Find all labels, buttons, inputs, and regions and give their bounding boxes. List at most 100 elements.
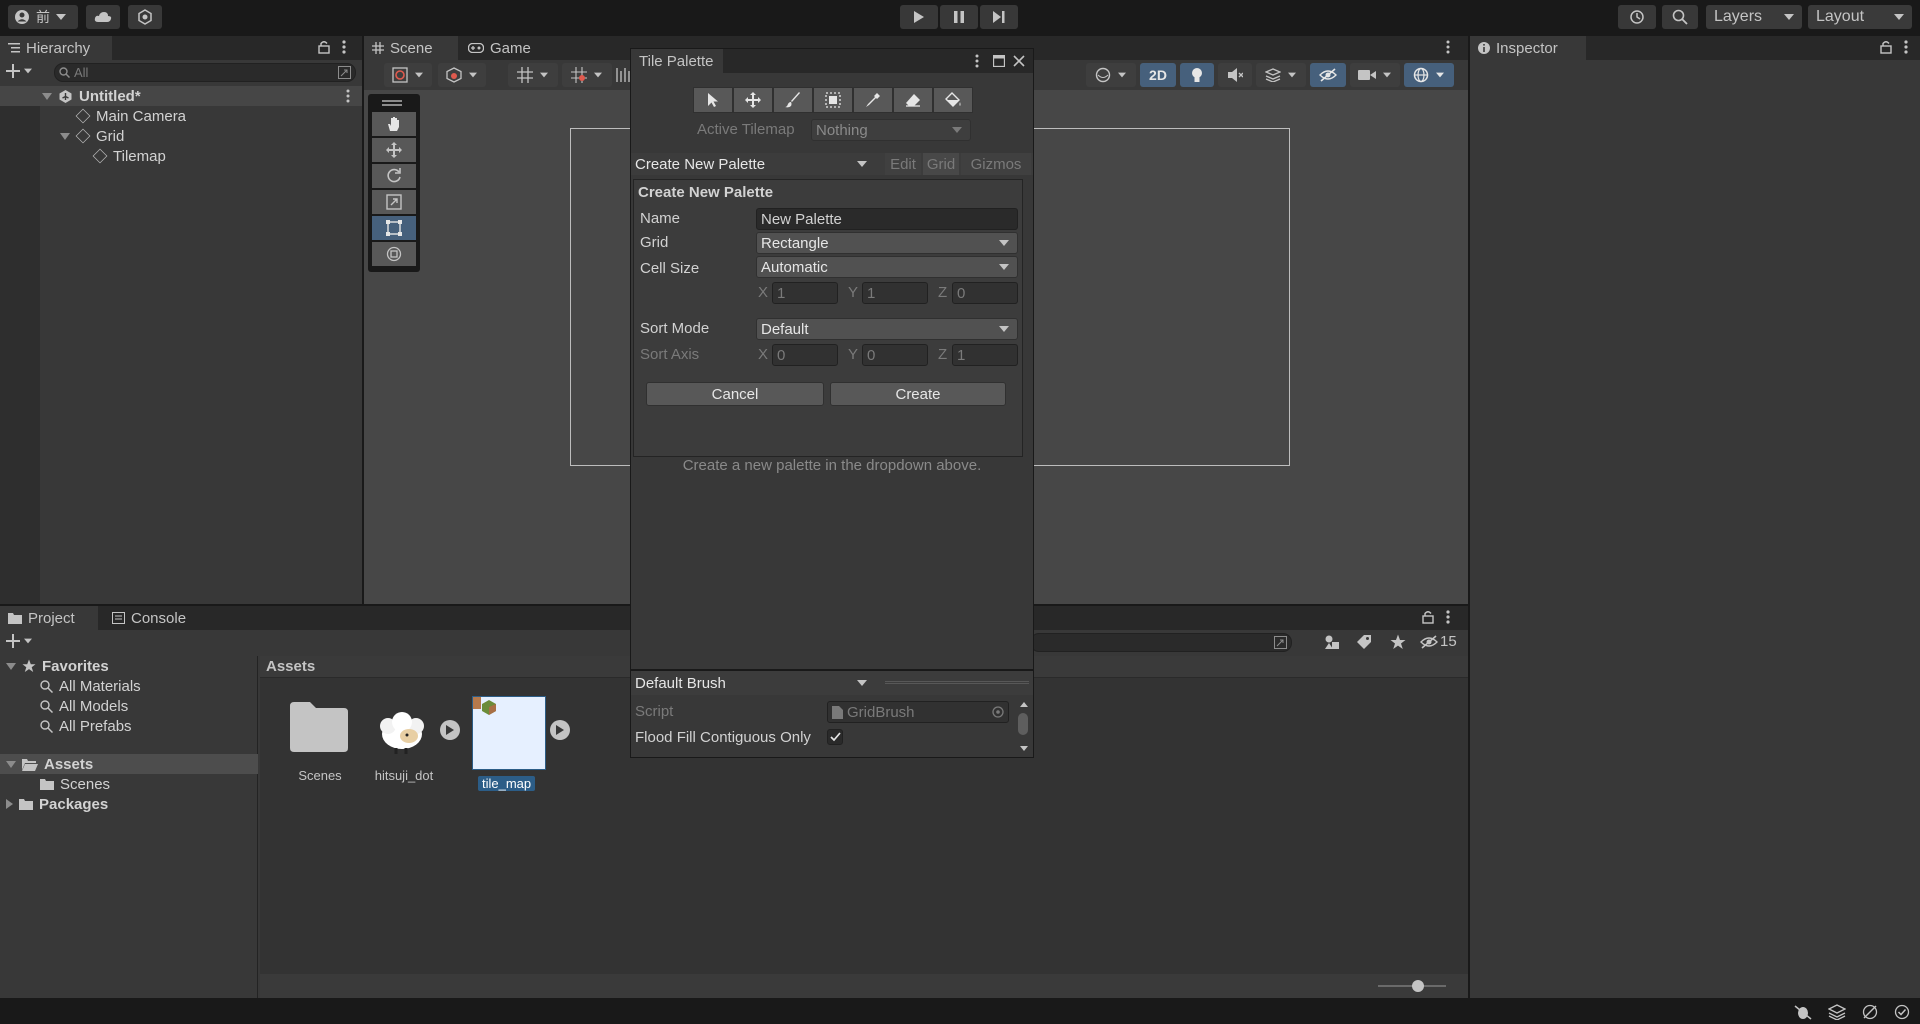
- collab-button[interactable]: [128, 5, 162, 29]
- audio-toggle[interactable]: [1218, 63, 1252, 87]
- check-circle-icon[interactable]: [1894, 1004, 1910, 1020]
- favorite-item[interactable]: All Prefabs: [40, 716, 132, 736]
- grid-snapping-dropdown[interactable]: [508, 63, 558, 87]
- kebab-menu-icon[interactable]: [1446, 40, 1450, 54]
- rect-tool-button[interactable]: [372, 216, 416, 240]
- packages-folder-row[interactable]: Packages: [6, 794, 108, 814]
- auto-generate-lighting-icon[interactable]: [1862, 1004, 1878, 1020]
- lighting-toggle[interactable]: [1180, 63, 1214, 87]
- favorite-item[interactable]: All Models: [40, 696, 128, 716]
- kebab-menu-icon[interactable]: [975, 54, 979, 68]
- flood-fill-tool-button[interactable]: [933, 87, 973, 113]
- gizmos-toggle[interactable]: Gizmos: [961, 153, 1031, 175]
- star-icon[interactable]: [1390, 634, 1406, 650]
- asset-item[interactable]: hitsuji_dot: [372, 696, 468, 796]
- draw-mode-dropdown[interactable]: [384, 63, 432, 87]
- palette-dropdown[interactable]: Create New Palette: [635, 153, 875, 175]
- brush-dropdown[interactable]: Default Brush: [635, 671, 875, 695]
- debug-icon[interactable]: [1794, 1004, 1812, 1020]
- search-scope-icon[interactable]: [1274, 636, 1287, 649]
- search-button[interactable]: [1662, 5, 1698, 29]
- brush-scrollbar[interactable]: [1017, 701, 1031, 753]
- tab-scene[interactable]: Scene: [364, 36, 458, 60]
- hierarchy-item-main-camera[interactable]: Main Camera: [75, 106, 186, 126]
- undo-history-button[interactable]: [1618, 5, 1656, 29]
- pause-button[interactable]: [940, 5, 978, 29]
- create-button[interactable]: Create: [830, 382, 1006, 406]
- create-dropdown[interactable]: [6, 64, 33, 78]
- search-scope-icon[interactable]: [338, 66, 351, 79]
- project-search-input[interactable]: [1030, 633, 1292, 652]
- breadcrumb-item[interactable]: Assets: [266, 658, 315, 675]
- lock-icon[interactable]: [318, 40, 330, 54]
- render-mode-dropdown[interactable]: [438, 63, 486, 87]
- expand-sprite-button[interactable]: [550, 720, 570, 740]
- sort-mode-dropdown[interactable]: Default: [756, 318, 1018, 340]
- transform-tool-button[interactable]: [372, 242, 416, 266]
- project-create-dropdown[interactable]: [6, 634, 33, 648]
- scroll-down-icon[interactable]: [1019, 745, 1029, 752]
- active-tilemap-dropdown[interactable]: Nothing: [811, 119, 971, 141]
- tab-console[interactable]: Console: [104, 606, 204, 630]
- tile-palette-titlebar[interactable]: Tile Palette: [631, 49, 1033, 73]
- maximize-icon[interactable]: [993, 55, 1005, 67]
- hierarchy-scene-row[interactable]: Untitled*: [0, 86, 362, 106]
- favorites-row[interactable]: Favorites: [6, 656, 109, 676]
- favorite-item[interactable]: All Materials: [40, 676, 141, 696]
- gizmos-dropdown[interactable]: [1404, 63, 1454, 87]
- lock-icon[interactable]: [1880, 40, 1892, 54]
- flood-fill-checkbox[interactable]: [827, 729, 843, 745]
- scroll-up-icon[interactable]: [1019, 701, 1029, 708]
- hierarchy-item-tilemap[interactable]: Tilemap: [92, 146, 166, 166]
- assets-folder-row[interactable]: Assets: [0, 754, 258, 774]
- picker-tool-button[interactable]: [853, 87, 893, 113]
- scene-visibility-toggle[interactable]: [1310, 63, 1346, 87]
- drag-handle[interactable]: [382, 100, 402, 102]
- hierarchy-item-grid[interactable]: Grid: [60, 126, 124, 146]
- step-button[interactable]: [980, 5, 1018, 29]
- grid-type-dropdown[interactable]: Rectangle: [756, 232, 1018, 254]
- filter-by-label-icon[interactable]: [1356, 634, 1372, 650]
- eraser-tool-button[interactable]: [893, 87, 933, 113]
- close-icon[interactable]: [1013, 55, 1025, 67]
- grid-toggle[interactable]: Grid: [923, 153, 959, 175]
- play-button[interactable]: [900, 5, 938, 29]
- filter-by-type-icon[interactable]: [1324, 634, 1340, 650]
- asset-item[interactable]: Scenes: [284, 696, 356, 796]
- scroll-thumb[interactable]: [1018, 713, 1028, 735]
- kebab-menu-icon[interactable]: [1446, 610, 1450, 624]
- hierarchy-search-input[interactable]: All: [54, 63, 356, 82]
- move-tool-button[interactable]: [372, 138, 416, 162]
- snap-increment-dropdown[interactable]: [562, 63, 612, 87]
- kebab-menu-icon[interactable]: [1904, 40, 1908, 54]
- select-tool-button[interactable]: [693, 87, 733, 113]
- paint-tool-button[interactable]: [773, 87, 813, 113]
- tab-project[interactable]: Project: [0, 606, 98, 630]
- asset-item-selected[interactable]: tile_map: [470, 696, 570, 800]
- expand-sprite-button[interactable]: [440, 720, 460, 740]
- tab-tile-palette[interactable]: Tile Palette: [631, 49, 723, 73]
- box-fill-tool-button[interactable]: [813, 87, 853, 113]
- kebab-menu-icon[interactable]: [346, 89, 350, 103]
- zoom-slider-thumb[interactable]: [1412, 980, 1424, 992]
- effects-dropdown[interactable]: [1256, 63, 1306, 87]
- hidden-packages-toggle[interactable]: 15: [1420, 633, 1457, 650]
- tab-hierarchy[interactable]: Hierarchy: [0, 36, 112, 60]
- layers-dropdown[interactable]: Layers: [1706, 5, 1802, 29]
- cloud-button[interactable]: [86, 5, 120, 29]
- scene-camera-dropdown[interactable]: [1350, 63, 1400, 87]
- scenes-folder-row[interactable]: Scenes: [40, 774, 110, 794]
- brush-resize-handle[interactable]: [885, 681, 1029, 684]
- layout-dropdown[interactable]: Layout: [1808, 5, 1912, 29]
- lock-icon[interactable]: [1422, 610, 1434, 624]
- edit-toggle[interactable]: Edit: [885, 153, 921, 175]
- tab-game[interactable]: Game: [460, 36, 546, 60]
- cell-size-dropdown[interactable]: Automatic: [756, 256, 1018, 278]
- rotate-tool-button[interactable]: [372, 164, 416, 188]
- kebab-menu-icon[interactable]: [342, 40, 346, 54]
- scale-tool-button[interactable]: [372, 190, 416, 214]
- mode-2d-toggle[interactable]: 2D: [1140, 63, 1176, 87]
- cancel-button[interactable]: Cancel: [646, 382, 824, 406]
- palette-name-input[interactable]: New Palette: [756, 208, 1018, 230]
- tab-inspector[interactable]: Inspector: [1470, 36, 1586, 60]
